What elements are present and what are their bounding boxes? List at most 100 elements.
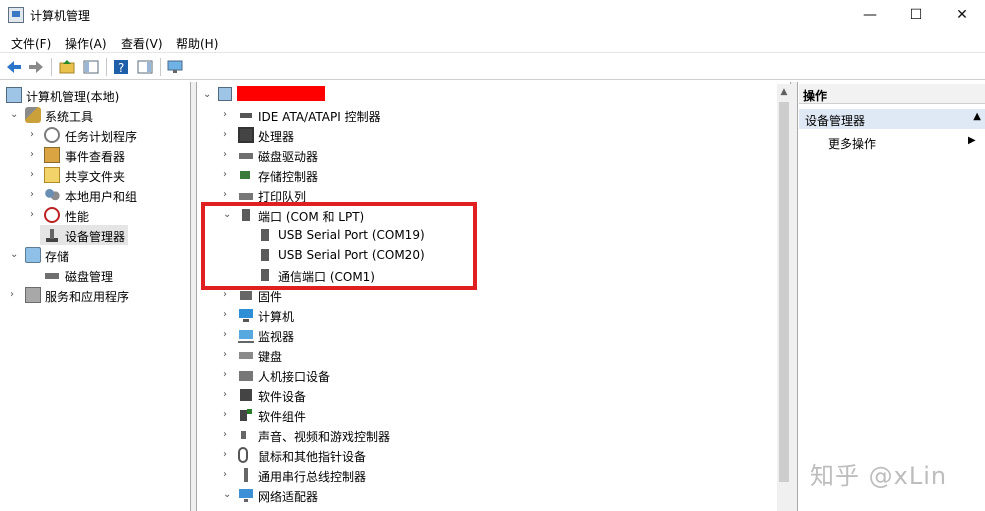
device-category[interactable]: › 监视器 xyxy=(197,325,767,345)
chevron-down-icon[interactable]: ⌄ xyxy=(223,488,233,502)
actions-section-device-manager[interactable]: 设备管理器 ▲ xyxy=(799,109,985,129)
tree-item-device-manager[interactable]: 设备管理器 xyxy=(40,225,128,245)
chevron-right-icon[interactable]: › xyxy=(223,288,233,302)
minimize-button[interactable]: — xyxy=(847,0,893,30)
device-category-label: 软件组件 xyxy=(258,410,307,424)
device-category-label: 键盘 xyxy=(258,350,283,364)
disk-icon xyxy=(44,267,60,283)
tree-item-label: 设备管理器 xyxy=(65,230,126,244)
chevron-right-icon[interactable]: › xyxy=(223,128,233,142)
device-category[interactable]: › IDE ATA/ATAPI 控制器 xyxy=(197,105,767,125)
chevron-right-icon[interactable]: › xyxy=(223,148,233,162)
device-category[interactable]: › 键盘 xyxy=(197,345,767,365)
device-category-label: 网络适配器 xyxy=(258,490,319,504)
tree-item-label: 性能 xyxy=(65,210,90,224)
storage-controller-icon xyxy=(238,167,254,183)
device-category[interactable]: › 人机接口设备 xyxy=(197,365,767,385)
console-tree-icon[interactable] xyxy=(82,58,100,76)
chevron-right-icon[interactable]: › xyxy=(223,188,233,202)
monitor-icon[interactable] xyxy=(166,58,184,76)
tree-item-storage[interactable]: ⌄ 存储 xyxy=(0,245,190,265)
tree-root-label: 计算机管理(本地) xyxy=(26,90,120,104)
chevron-right-icon[interactable]: › xyxy=(30,148,40,162)
device-category[interactable]: › 存储控制器 xyxy=(197,165,767,185)
event-viewer-icon xyxy=(44,147,60,163)
menu-view[interactable]: 查看(V) xyxy=(121,35,163,52)
chevron-right-icon[interactable]: › xyxy=(30,128,40,142)
tree-item-label: 共享文件夹 xyxy=(65,170,126,184)
chevron-right-icon[interactable]: › xyxy=(223,368,233,382)
tree-item-label: 本地用户和组 xyxy=(65,190,138,204)
chevron-right-icon[interactable]: › xyxy=(223,348,233,362)
device-category[interactable]: › 磁盘驱动器 xyxy=(197,145,767,165)
chevron-right-icon[interactable]: › xyxy=(223,308,233,322)
device-category[interactable]: › 处理器 xyxy=(197,125,767,145)
scroll-up-arrow-icon[interactable]: ▲ xyxy=(777,84,791,100)
chevron-right-icon[interactable]: › xyxy=(10,288,20,302)
mouse-icon xyxy=(238,447,248,463)
device-category-label: 人机接口设备 xyxy=(258,370,331,384)
chevron-down-icon[interactable]: ⌄ xyxy=(203,88,213,102)
menu-help[interactable]: 帮助(H) xyxy=(176,35,218,52)
chevron-right-icon[interactable]: › xyxy=(223,428,233,442)
close-button[interactable]: ✕ xyxy=(939,0,985,30)
device-category[interactable]: › 通用串行总线控制器 xyxy=(197,465,767,485)
chevron-right-icon[interactable]: › xyxy=(30,208,40,222)
device-category[interactable]: › 计算机 xyxy=(197,305,767,325)
chevron-right-icon[interactable]: › xyxy=(223,328,233,342)
redacted-computer-name xyxy=(237,86,325,101)
chevron-right-icon[interactable]: › xyxy=(223,108,233,122)
tree-item-system-tools[interactable]: ⌄ 系统工具 xyxy=(0,105,190,125)
folder-up-icon[interactable] xyxy=(58,58,76,76)
chevron-down-icon[interactable]: ⌄ xyxy=(10,248,20,262)
tree-item-local-users[interactable]: › 本地用户和组 xyxy=(0,185,190,205)
device-category[interactable]: › 软件设备 xyxy=(197,385,767,405)
tree-root[interactable]: 计算机管理(本地) xyxy=(0,85,190,105)
cpu-icon xyxy=(238,127,254,143)
tree-item-services[interactable]: › 服务和应用程序 xyxy=(0,285,190,305)
chevron-right-icon[interactable]: › xyxy=(30,188,40,202)
chevron-right-icon[interactable]: › xyxy=(223,168,233,182)
menu-action[interactable]: 操作(A) xyxy=(65,35,107,52)
device-category[interactable]: ⌄ 网络适配器 xyxy=(197,485,767,505)
chevron-right-icon[interactable]: › xyxy=(30,168,40,182)
device-category[interactable]: › 声音、视频和游戏控制器 xyxy=(197,425,767,445)
collapse-up-icon[interactable]: ▲ xyxy=(973,111,981,122)
help-icon[interactable]: ? xyxy=(112,58,130,76)
device-category[interactable]: › 软件组件 xyxy=(197,405,767,425)
shared-folder-icon xyxy=(44,167,60,183)
chevron-right-icon[interactable]: › xyxy=(223,448,233,462)
software-component-icon xyxy=(238,407,254,423)
tree-item-label: 系统工具 xyxy=(45,110,94,124)
tree-item-task-scheduler[interactable]: › 任务计划程序 xyxy=(0,125,190,145)
svg-text:?: ? xyxy=(118,61,124,75)
chevron-right-icon[interactable]: › xyxy=(223,468,233,482)
tree-item-event-viewer[interactable]: › 事件查看器 xyxy=(0,145,190,165)
chevron-down-icon[interactable]: ⌄ xyxy=(10,108,20,122)
forward-arrow-icon[interactable] xyxy=(27,58,45,76)
vertical-scrollbar[interactable]: ▲ xyxy=(777,84,791,511)
menu-bar: 文件(F) 操作(A) 查看(V) 帮助(H) xyxy=(0,31,985,53)
tools-icon xyxy=(25,107,41,123)
device-category[interactable]: › 鼠标和其他指针设备 xyxy=(197,445,767,465)
usb-icon xyxy=(238,467,254,483)
tree-item-disk-management[interactable]: 磁盘管理 xyxy=(0,265,190,285)
chevron-right-icon[interactable]: › xyxy=(223,388,233,402)
computer-management-icon xyxy=(6,87,22,103)
maximize-button[interactable]: ☐ xyxy=(893,0,939,30)
action-pane-icon[interactable] xyxy=(136,58,154,76)
menu-file[interactable]: 文件(F) xyxy=(11,35,51,52)
tree-item-shared-folders[interactable]: › 共享文件夹 xyxy=(0,165,190,185)
tree-item-label: 磁盘管理 xyxy=(65,270,114,284)
storage-icon xyxy=(25,247,41,263)
back-arrow-icon[interactable] xyxy=(5,58,23,76)
tree-item-performance[interactable]: › 性能 xyxy=(0,205,190,225)
device-manager-icon xyxy=(44,227,60,243)
device-category-label: 声音、视频和游戏控制器 xyxy=(258,430,391,444)
performance-icon xyxy=(44,207,60,223)
more-actions-item[interactable]: 更多操作 xyxy=(828,135,876,152)
chevron-right-icon[interactable]: › xyxy=(223,408,233,422)
device-category-label: 鼠标和其他指针设备 xyxy=(258,450,367,464)
device-category-label: 磁盘驱动器 xyxy=(258,150,319,164)
scroll-thumb[interactable] xyxy=(779,102,789,482)
